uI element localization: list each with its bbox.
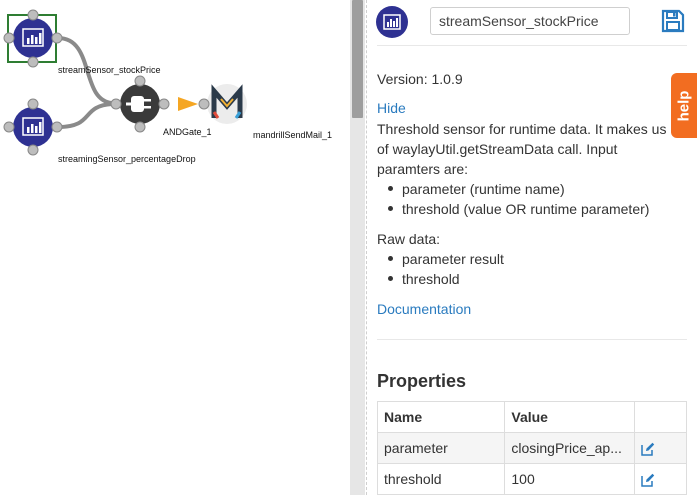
input-param-item: threshold (value OR runtime parameter) xyxy=(402,201,650,217)
input-param-item: parameter (runtime name) xyxy=(402,181,565,197)
properties-table: Name Value parameter closingPrice_ap... … xyxy=(376,401,687,495)
property-name: threshold xyxy=(376,463,506,495)
table-row: parameter closingPrice_ap... xyxy=(376,432,687,464)
column-header-name: Name xyxy=(376,401,506,433)
help-tab-label: help xyxy=(675,90,693,121)
documentation-link[interactable]: Documentation xyxy=(377,299,471,319)
splitter-scrollbar[interactable] xyxy=(350,0,365,495)
node-name-input[interactable] xyxy=(430,7,630,35)
header-divider xyxy=(377,45,687,46)
node-label-mandrill: mandrillSendMail_1 xyxy=(253,130,333,140)
bullet xyxy=(388,186,393,191)
hide-link[interactable]: Hide xyxy=(377,98,406,118)
node-streamingsensor-percentagedrop[interactable] xyxy=(3,98,63,156)
properties-heading: Properties xyxy=(377,371,467,391)
property-value: closingPrice_ap... xyxy=(504,432,636,464)
raw-data-label: Raw data: xyxy=(377,231,441,247)
workflow-canvas[interactable]: streamSensor_stockPrice streamingSensor_… xyxy=(0,0,350,495)
node-label-percentagedrop: streamingSensor_percentageDrop xyxy=(58,154,196,164)
bullet xyxy=(388,276,393,281)
edit-cell xyxy=(634,463,687,495)
property-name: parameter xyxy=(376,432,506,464)
node-andgate[interactable] xyxy=(110,75,170,133)
edit-icon[interactable] xyxy=(641,442,655,456)
column-header-actions xyxy=(634,401,687,433)
table-header-row: Name Value xyxy=(376,401,687,433)
sensor-chart-icon xyxy=(376,6,408,38)
table-row: threshold 100 xyxy=(376,463,687,495)
edit-cell xyxy=(634,432,687,464)
bullet xyxy=(388,256,393,261)
description-line-2: of waylayUtil.getStreamData call. Input xyxy=(377,141,618,157)
node-mandrill-send-mail[interactable] xyxy=(198,84,247,124)
edit-icon[interactable] xyxy=(641,473,655,487)
node-streamsensor-stockprice[interactable] xyxy=(3,9,63,68)
arrow-andgate-mandrill[interactable] xyxy=(178,97,198,111)
save-icon[interactable] xyxy=(661,9,685,33)
description-line-3: paramters are: xyxy=(377,161,469,177)
property-value: 100 xyxy=(504,463,636,495)
section-divider xyxy=(377,339,687,340)
description-line-1: Threshold sensor for runtime data. It ma… xyxy=(377,121,667,137)
properties-panel: Version: 1.0.9 Hide Threshold sensor for… xyxy=(367,0,697,495)
raw-data-item: threshold xyxy=(402,271,460,287)
node-label-stockprice: streamSensor_stockPrice xyxy=(58,65,161,75)
column-header-value: Value xyxy=(504,401,636,433)
node-label-andgate: ANDGate_1 xyxy=(163,127,212,137)
connection-percentagedrop-andgate[interactable] xyxy=(57,102,113,129)
bullet xyxy=(388,206,393,211)
raw-data-item: parameter result xyxy=(402,251,504,267)
scrollbar-thumb[interactable] xyxy=(352,0,363,118)
version-text: Version: 1.0.9 xyxy=(377,71,463,87)
workflow-graph[interactable] xyxy=(0,0,350,495)
help-tab[interactable]: help xyxy=(671,73,697,138)
